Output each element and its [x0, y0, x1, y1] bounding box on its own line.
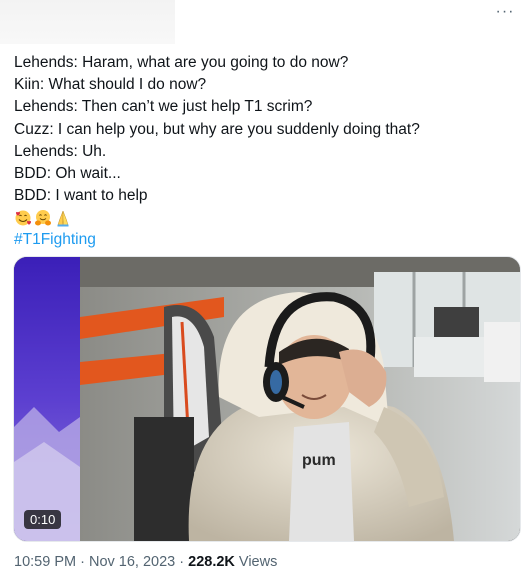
svg-text:pum: pum	[302, 452, 336, 469]
more-icon: ···	[495, 3, 515, 20]
tweet-text: Lehends: Haram, what are you going to do…	[14, 52, 519, 252]
views-count: 228.2K	[188, 554, 235, 570]
video-frame: pum	[14, 257, 520, 541]
smiling-face-with-hearts-icon	[15, 210, 31, 226]
tweet-line: Lehends: Uh.	[14, 142, 107, 160]
hugging-face-icon	[35, 210, 51, 226]
folded-hands-icon	[57, 211, 69, 227]
tweet-line: Lehends: Then can’t we just help T1 scri…	[14, 98, 313, 116]
tweet-line: Cuzz: I can help you, but why are you su…	[14, 120, 420, 138]
tweet-metadata: 10:59 PM · Nov 16, 2023 · 228.2K Views	[14, 554, 277, 570]
meta-separator: ·	[76, 554, 89, 570]
tweet-line: Kiin: What should I do now?	[14, 76, 207, 94]
video-duration-badge: 0:10	[24, 510, 62, 529]
tweet-time[interactable]: 10:59 PM	[14, 554, 76, 570]
tweet-line: BDD: Oh wait...	[14, 165, 121, 183]
emoji-row	[14, 207, 519, 229]
blurred-header-area	[0, 0, 175, 44]
video-player[interactable]: pum 0:10	[13, 256, 521, 542]
meta-separator: ·	[175, 554, 189, 570]
hashtag-link[interactable]: #T1Fighting	[14, 231, 96, 248]
more-options-button[interactable]: ···	[493, 3, 517, 20]
tweet-line: BDD: I want to help	[14, 187, 148, 205]
tweet-date[interactable]: Nov 16, 2023	[89, 554, 175, 570]
tweet-line: Lehends: Haram, what are you going to do…	[14, 54, 349, 71]
views-label: Views	[234, 554, 278, 570]
